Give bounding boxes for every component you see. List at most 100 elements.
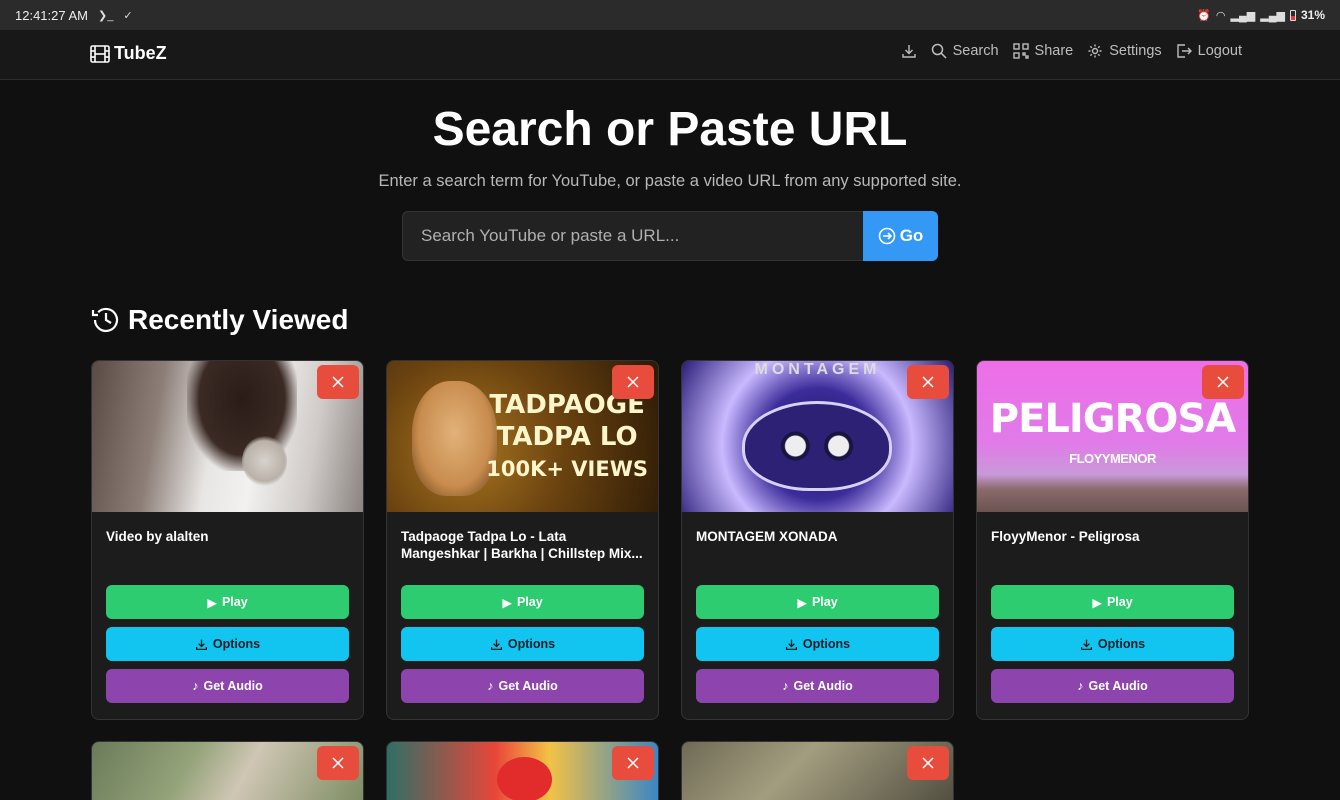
play-button[interactable]: ▶ Play — [991, 585, 1234, 619]
video-thumbnail[interactable]: TADPAOGE TADPA LO 100K+ VIEWS — [387, 361, 658, 512]
video-thumbnail[interactable]: MONTAGEM — [682, 361, 953, 512]
options-button[interactable]: Options — [991, 627, 1234, 661]
brand-logo[interactable]: TubeZ — [90, 43, 167, 64]
remove-button[interactable] — [1202, 365, 1244, 399]
options-button[interactable]: Options — [401, 627, 644, 661]
history-clock-icon — [91, 307, 119, 333]
thumbnail-subtext: FLOYYMENOR — [1069, 451, 1156, 466]
play-icon: ▶ — [207, 595, 217, 610]
close-icon — [922, 376, 934, 388]
page-title: Search or Paste URL — [432, 103, 908, 156]
remove-button[interactable] — [317, 365, 359, 399]
play-label: Play — [1106, 595, 1133, 609]
signal-icon-2: ▂▄▆ — [1260, 9, 1285, 22]
status-time: 12:41:27 AM — [15, 7, 88, 23]
options-label: Options — [1097, 637, 1146, 651]
play-button[interactable]: ▶ Play — [106, 585, 349, 619]
search-icon — [931, 43, 947, 59]
recently-viewed-heading: Recently Viewed — [90, 304, 348, 336]
nav-settings-label: Settings — [1109, 43, 1162, 59]
play-icon: ▶ — [502, 595, 512, 610]
video-title: Video by alalten — [106, 529, 209, 544]
nav-downloads[interactable] — [901, 43, 917, 59]
video-title: MONTAGEM XONADA — [696, 529, 838, 544]
alarm-icon: ⏰ — [1197, 9, 1211, 22]
nav-search[interactable]: Search — [931, 43, 999, 59]
get-audio-label: Get Audio — [203, 679, 263, 693]
get-audio-label: Get Audio — [1088, 679, 1148, 693]
terminal-icon: ❯_ — [98, 9, 114, 22]
music-note-icon: ♪ — [1077, 679, 1084, 693]
remove-button[interactable] — [317, 746, 359, 780]
video-title: Tadpaoge Tadpa Lo - Lata Mangeshkar | Ba… — [401, 529, 643, 561]
options-label: Options — [802, 637, 851, 651]
qr-code-icon — [1012, 43, 1029, 59]
music-note-icon: ♪ — [782, 679, 789, 693]
close-icon — [627, 376, 639, 388]
download-icon — [785, 639, 797, 650]
video-card — [681, 741, 954, 800]
video-card — [91, 741, 364, 800]
download-icon — [195, 639, 207, 650]
video-card: PELIGROSA FLOYYMENOR FloyyMenor - Peligr… — [976, 360, 1249, 720]
nav-settings[interactable]: Settings — [1087, 43, 1162, 59]
get-audio-label: Get Audio — [793, 679, 853, 693]
search-input[interactable] — [402, 211, 863, 261]
music-note-icon: ♪ — [192, 679, 199, 693]
play-icon: ▶ — [797, 595, 807, 610]
play-button[interactable]: ▶ Play — [401, 585, 644, 619]
thumbnail-text: PELIGROSA — [989, 396, 1236, 442]
download-icon — [901, 45, 916, 58]
nav-share-label: Share — [1034, 43, 1074, 59]
section-title: Recently Viewed — [128, 304, 349, 335]
video-card: MONTAGEM MONTAGEM XONADA ▶ Play Options ♪… — [681, 360, 954, 720]
remove-button[interactable] — [612, 746, 654, 780]
options-label: Options — [212, 637, 261, 651]
close-icon — [332, 757, 344, 769]
play-label: Play — [811, 595, 838, 609]
video-thumbnail[interactable] — [92, 361, 363, 512]
get-audio-button[interactable]: ♪ Get Audio — [991, 669, 1234, 703]
go-label: Go — [899, 226, 924, 245]
video-thumbnail[interactable] — [387, 742, 658, 800]
play-label: Play — [221, 595, 248, 609]
search-bar: Go — [402, 211, 938, 261]
options-button[interactable]: Options — [696, 627, 939, 661]
video-card: Video by alalten ▶ Play Options ♪ Get Audi… — [91, 360, 364, 720]
music-note-icon: ♪ — [487, 679, 494, 693]
video-thumbnail[interactable] — [92, 742, 363, 800]
close-icon — [332, 376, 344, 388]
close-icon — [627, 757, 639, 769]
go-button[interactable]: Go — [863, 211, 938, 261]
download-icon — [490, 639, 502, 650]
options-label: Options — [507, 637, 556, 651]
video-card — [386, 741, 659, 800]
get-audio-button[interactable]: ♪ Get Audio — [696, 669, 939, 703]
film-icon — [90, 44, 110, 63]
close-icon — [922, 757, 934, 769]
nav-search-label: Search — [952, 43, 999, 59]
get-audio-button[interactable]: ♪ Get Audio — [106, 669, 349, 703]
remove-button[interactable] — [907, 746, 949, 780]
brand-name: TubeZ — [114, 43, 167, 63]
nav-logout[interactable]: Logout — [1176, 43, 1242, 59]
video-thumbnail[interactable]: PELIGROSA FLOYYMENOR — [977, 361, 1248, 512]
video-thumbnail[interactable] — [682, 742, 953, 800]
logout-icon — [1176, 44, 1192, 58]
battery-icon — [1289, 9, 1296, 21]
download-done-icon: ✓ — [123, 9, 133, 22]
play-icon: ▶ — [1092, 595, 1102, 610]
nav-share[interactable]: Share — [1012, 43, 1074, 59]
video-title: FloyyMenor - Peligrosa — [991, 529, 1140, 544]
get-audio-button[interactable]: ♪ Get Audio — [401, 669, 644, 703]
top-navbar: TubeZ Search Share Settings Logout — [0, 30, 1340, 80]
options-button[interactable]: Options — [106, 627, 349, 661]
remove-button[interactable] — [907, 365, 949, 399]
play-button[interactable]: ▶ Play — [696, 585, 939, 619]
remove-button[interactable] — [612, 365, 654, 399]
nav-logout-label: Logout — [1197, 43, 1242, 59]
signal-icon: ▂▄▆ — [1230, 9, 1256, 22]
thumbnail-text: TADPAOGE TADPA LO 100K+ VIEWS — [486, 390, 648, 481]
wifi-icon: ◠ — [1215, 9, 1226, 22]
battery-percent: 31% — [1300, 8, 1325, 22]
